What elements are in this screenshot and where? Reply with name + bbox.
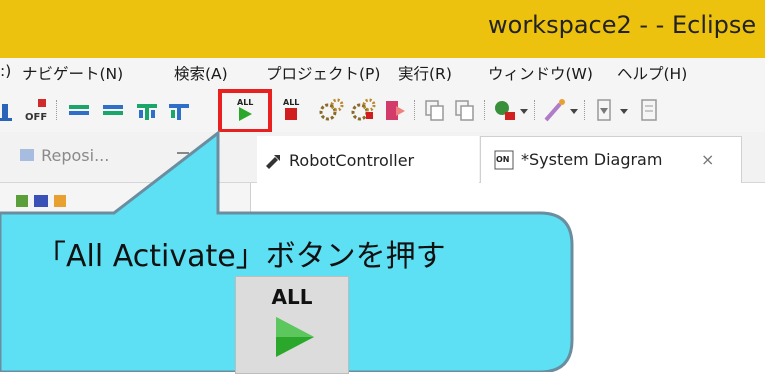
enlarged-all-label: ALL [271,285,313,309]
gear-icon[interactable] [350,96,376,124]
dropdown-icon[interactable] [618,96,630,124]
gear-icon[interactable] [318,96,344,124]
run-icon[interactable] [492,96,518,124]
dropdown-icon[interactable] [518,96,530,124]
menu-bar: :) ナビゲート(N) 検索(A) プロジェクト(P) 実行(R) ウィンドウ(… [0,58,765,88]
menu-item-help[interactable]: ヘルプ(H) [617,62,687,84]
exit-icon[interactable] [382,96,408,124]
component-icon[interactable] [134,96,160,124]
deactivate-all-icon[interactable]: OFF [24,96,50,124]
component-icon[interactable] [100,96,126,124]
callout-text: 「All Activate」ボタンを押す [36,239,446,274]
toolbar-separator [56,100,59,120]
menu-item-run[interactable]: 実行(R) [398,62,452,84]
toolbar-separator [584,100,587,120]
activate-all-button-enlarged: ALL [235,276,349,374]
component-icon[interactable] [166,96,192,124]
play-icon [276,317,314,357]
component-icon[interactable] [66,96,92,124]
svg-text:ALL: ALL [283,98,299,107]
menu-item-window[interactable]: ウィンドウ(W) [488,62,593,84]
toolbar-separator [534,100,537,120]
off-label: OFF [25,112,47,123]
window-titlebar: workspace2 - - Eclipse [0,0,765,58]
close-icon[interactable]: × [701,150,714,169]
highlight-box [218,89,272,133]
stop-all-icon[interactable]: ALL [278,96,304,124]
dropdown-icon[interactable] [568,96,580,124]
window-title: workspace2 - - Eclipse [488,11,757,39]
toolbar-separator [414,100,417,120]
copy-icon[interactable] [452,96,478,124]
menu-item-navigate[interactable]: ナビゲート(N) [22,62,123,84]
toolbar-separator [484,100,487,120]
menu-item-project[interactable]: プロジェクト(P) [266,62,380,84]
wand-icon[interactable] [542,96,568,124]
copy-icon[interactable] [422,96,448,124]
partial-icon[interactable] [0,96,14,124]
import-icon[interactable] [592,96,618,124]
toolbar: OFF ALL ALL [0,88,765,132]
menu-item-search[interactable]: 検索(A) [174,62,228,84]
view-icon[interactable] [636,96,662,124]
menu-item-window-partial[interactable]: :) [0,62,11,80]
